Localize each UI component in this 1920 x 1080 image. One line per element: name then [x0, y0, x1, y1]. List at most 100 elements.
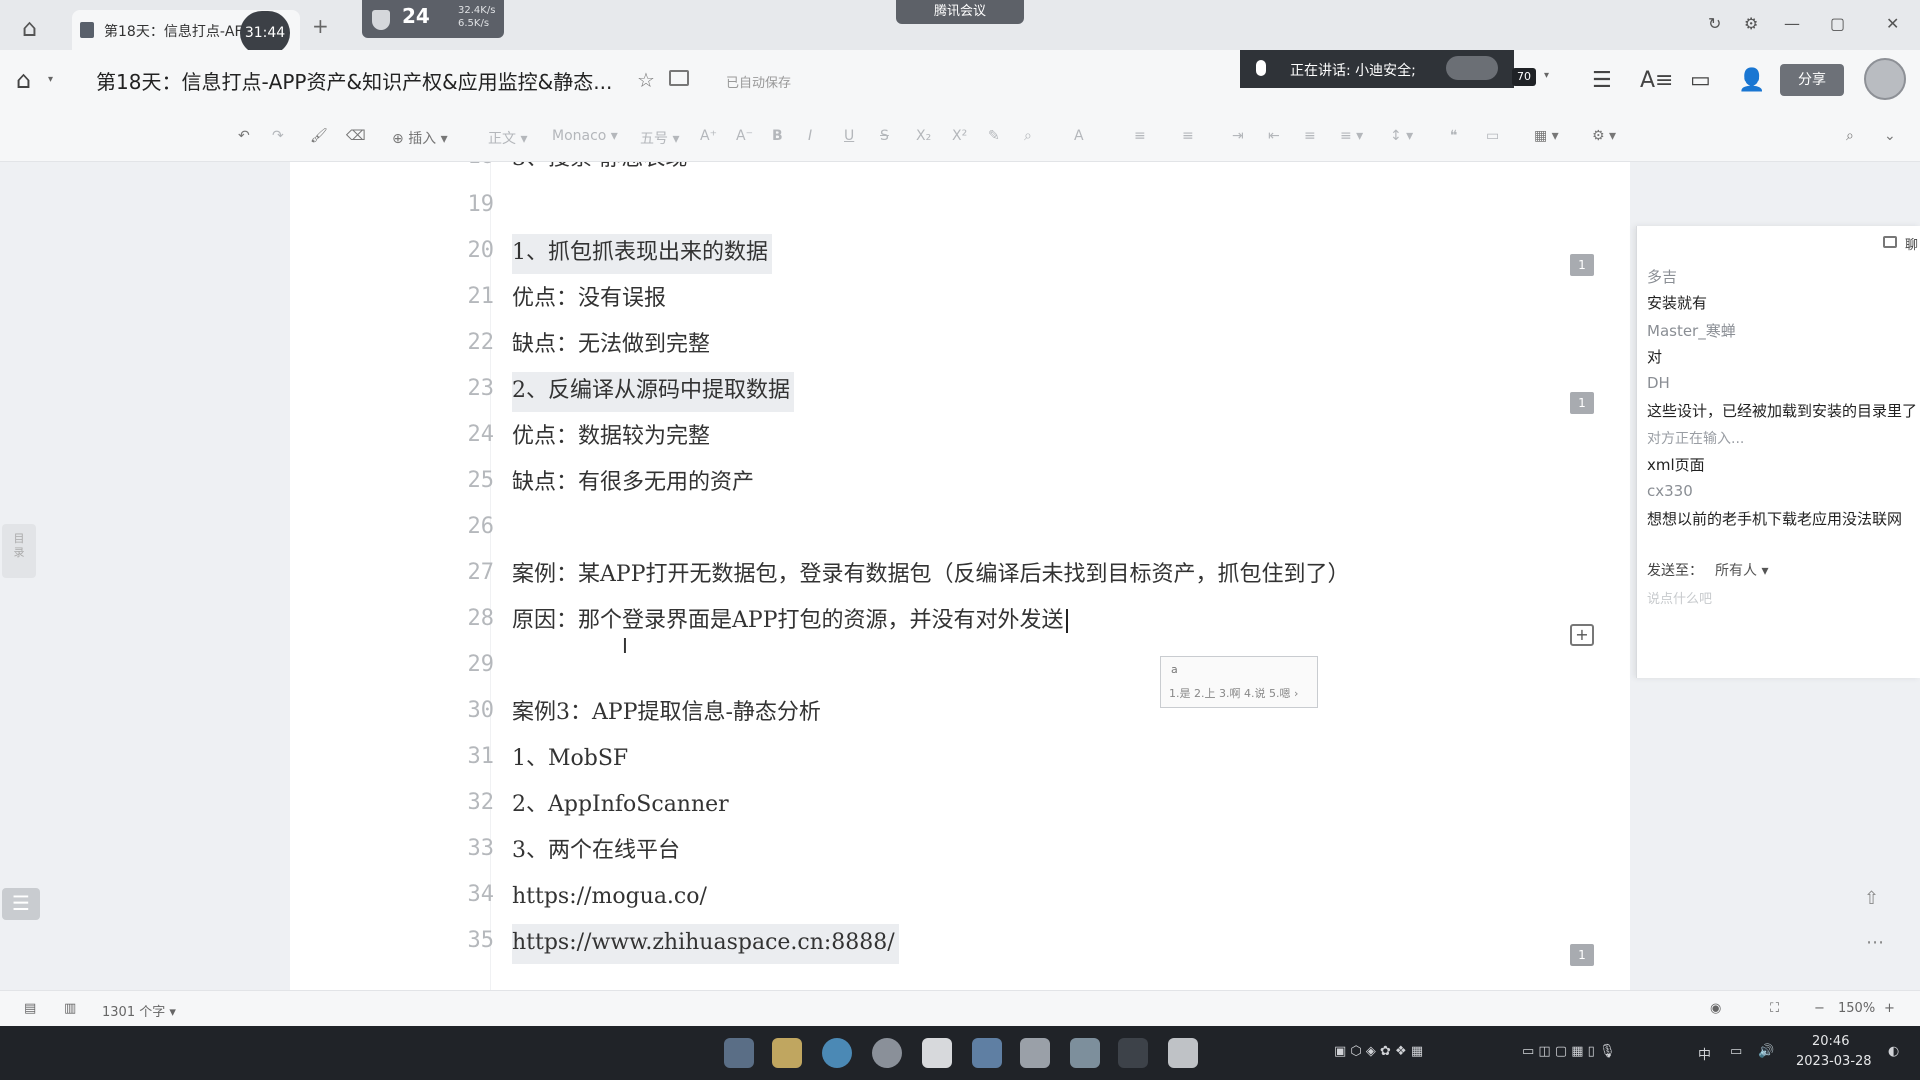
document-page[interactable]: 18 3、搜索-静态表现 19 20 1、抓包抓表现出来的数据 21 优点：没有…: [290, 162, 1630, 990]
doc-line[interactable]: 33 3、两个在线平台: [450, 830, 1570, 870]
clock-time[interactable]: 20:46: [1812, 1034, 1849, 1049]
move-to-folder-icon[interactable]: [669, 70, 689, 86]
indent-icon[interactable]: ⇥: [1232, 128, 1244, 144]
tray-system-icons[interactable]: ▭ ◫ ▢ ▦ ▯ 🎙: [1522, 1044, 1615, 1059]
doc-title[interactable]: 第18天：信息打点-APP资产&知识产权&应用监控&静态...: [96, 66, 616, 95]
superscript-icon[interactable]: X²: [952, 128, 967, 144]
maximize-button[interactable]: ▢: [1830, 14, 1845, 33]
doc-line[interactable]: 35 https://www.zhihuaspace.cn:8888/: [450, 922, 1570, 964]
zoom-in-button[interactable]: +: [1884, 1001, 1895, 1016]
numbered-list-icon[interactable]: ≡: [1182, 128, 1194, 144]
sync-icon[interactable]: ↻: [1708, 14, 1721, 33]
link-icon[interactable]: ⌕: [1024, 128, 1032, 144]
menu-icon[interactable]: ☰: [1592, 68, 1612, 93]
increase-font-icon[interactable]: A⁺: [700, 128, 717, 144]
paragraph-style-select[interactable]: 正文 ▾: [488, 128, 527, 148]
start-menu-icon[interactable]: [724, 1038, 754, 1068]
doc-line[interactable]: 32 2、AppInfoScanner: [450, 784, 1570, 824]
clock-date[interactable]: 2023-03-28: [1796, 1054, 1872, 1069]
doc-line[interactable]: 27 案例：某APP打开无数据包，登录有数据包（反编译后未找到目标资产，抓包住到…: [450, 554, 1570, 594]
clear-format-icon[interactable]: ⌫: [346, 128, 366, 144]
present-icon[interactable]: ▭: [1690, 68, 1711, 93]
notepad-app-icon[interactable]: [1020, 1038, 1050, 1068]
vpn-app-icon[interactable]: [1070, 1038, 1100, 1068]
outdent-icon[interactable]: ⇤: [1268, 128, 1280, 144]
quote-icon[interactable]: ❝: [1450, 128, 1458, 144]
line-spacing-icon[interactable]: ↕ ▾: [1390, 128, 1413, 144]
comment-marker[interactable]: 1: [1570, 944, 1594, 966]
doc-line[interactable]: 29: [450, 646, 1570, 686]
app-logo-icon[interactable]: ⌂: [22, 16, 50, 40]
tray-icons[interactable]: ▣ ⬡ ◈ ✿ ❖ ▦: [1334, 1044, 1423, 1059]
text-format-icon[interactable]: A≡: [1640, 68, 1673, 93]
format-painter-icon[interactable]: 🖌: [310, 128, 328, 144]
chat-icon[interactable]: [1883, 236, 1897, 248]
share-button[interactable]: 分享: [1780, 64, 1844, 96]
ime-indicator[interactable]: 中: [1698, 1044, 1711, 1063]
table-icon[interactable]: ▦ ▾: [1534, 128, 1559, 144]
doc-line[interactable]: 30 案例3：APP提取信息-静态分析: [450, 692, 1570, 732]
new-tab-button[interactable]: +: [312, 14, 329, 38]
subscript-icon[interactable]: X₂: [916, 128, 931, 144]
add-comment-icon[interactable]: +: [1570, 624, 1594, 646]
word-count[interactable]: 1301 个字 ▾: [102, 1001, 176, 1020]
font-family-select[interactable]: Monaco ▾: [552, 128, 618, 144]
doc-line-18[interactable]: 18 3、搜索-静态表现: [450, 162, 1570, 178]
edge-browser-icon[interactable]: [822, 1038, 852, 1068]
doc-line[interactable]: 20 1、抓包抓表现出来的数据: [450, 232, 1570, 274]
send-to-select[interactable]: 所有人 ▾: [1715, 560, 1768, 580]
outline-toggle[interactable]: 目录: [2, 524, 36, 578]
chrome-browser-icon[interactable]: [872, 1038, 902, 1068]
zoom-level[interactable]: 150%: [1838, 1001, 1875, 1016]
undo-icon[interactable]: ↶: [238, 128, 250, 144]
italic-icon[interactable]: I: [808, 128, 812, 144]
page-view-icon[interactable]: ▥: [64, 1001, 76, 1016]
docs-app-icon[interactable]: [922, 1038, 952, 1068]
insert-menu[interactable]: ⊕ 插入 ▾: [392, 128, 448, 148]
home-icon[interactable]: ⌂: [16, 66, 31, 94]
outline-view-icon[interactable]: ▤: [24, 1001, 36, 1016]
doc-line[interactable]: 19: [450, 186, 1570, 226]
doc-line[interactable]: 23 2、反编译从源码中提取数据: [450, 370, 1570, 412]
chevron-down-icon[interactable]: ▾: [1544, 70, 1549, 81]
plugin-icon[interactable]: ⚙ ▾: [1592, 128, 1616, 144]
chevron-down-icon[interactable]: ▾: [48, 74, 53, 85]
terminal-app-icon[interactable]: [1118, 1038, 1148, 1068]
participant-count[interactable]: 70: [1512, 68, 1536, 86]
doc-line[interactable]: 24 优点：数据较为完整: [450, 416, 1570, 456]
file-explorer-icon[interactable]: [772, 1038, 802, 1068]
search-icon[interactable]: ⌕: [1846, 128, 1854, 144]
comment-icon[interactable]: ▭: [1486, 128, 1499, 144]
doc-line[interactable]: 21 优点：没有误报: [450, 278, 1570, 318]
align-menu-icon[interactable]: ≡ ▾: [1340, 128, 1363, 144]
chat-input[interactable]: 说点什么吧: [1647, 588, 1712, 607]
fullscreen-icon[interactable]: ⛶: [1770, 1001, 1779, 1016]
doc-line[interactable]: 22 缺点：无法做到完整: [450, 324, 1570, 364]
align-center-icon[interactable]: ≡: [1304, 128, 1316, 144]
settings-gear-icon[interactable]: ⚙: [1744, 14, 1758, 33]
ime-candidates[interactable]: 1.是 2.上 3.啊 4.说 5.嗯 ›: [1169, 685, 1298, 701]
bullet-list-icon[interactable]: ≡: [1134, 128, 1146, 144]
highlight-icon[interactable]: ✎: [988, 128, 1000, 144]
doc-line[interactable]: 25 缺点：有很多无用的资产: [450, 462, 1570, 502]
avatar[interactable]: [1864, 58, 1906, 100]
meeting-indicator[interactable]: 腾讯会议: [896, 0, 1024, 24]
pin-icon[interactable]: ⇧: [1864, 888, 1879, 909]
list-view-icon[interactable]: ☰: [2, 888, 40, 920]
decrease-font-icon[interactable]: A⁻: [736, 128, 753, 144]
underline-icon[interactable]: U: [844, 128, 854, 144]
font-color-icon[interactable]: A: [1074, 128, 1084, 144]
focus-mode-icon[interactable]: ◉: [1710, 1001, 1721, 1016]
strikethrough-icon[interactable]: S: [880, 128, 889, 144]
notification-icon[interactable]: ◐: [1888, 1044, 1899, 1059]
meeting-app-icon[interactable]: [1168, 1038, 1198, 1068]
volume-icon[interactable]: 🔊: [1758, 1044, 1774, 1059]
chevron-down-icon[interactable]: ⌄: [1884, 128, 1896, 144]
zoom-out-button[interactable]: −: [1814, 1001, 1825, 1016]
doc-line-active[interactable]: 28 原因：那个登录界面是APP打包的资源，并没有对外发送: [450, 600, 1570, 640]
doc-line[interactable]: 26: [450, 508, 1570, 548]
font-size-select[interactable]: 五号 ▾: [640, 128, 679, 148]
comment-marker[interactable]: 1: [1570, 254, 1594, 276]
star-icon[interactable]: ☆: [637, 68, 655, 92]
doc-line[interactable]: 31 1、MobSF: [450, 738, 1570, 778]
